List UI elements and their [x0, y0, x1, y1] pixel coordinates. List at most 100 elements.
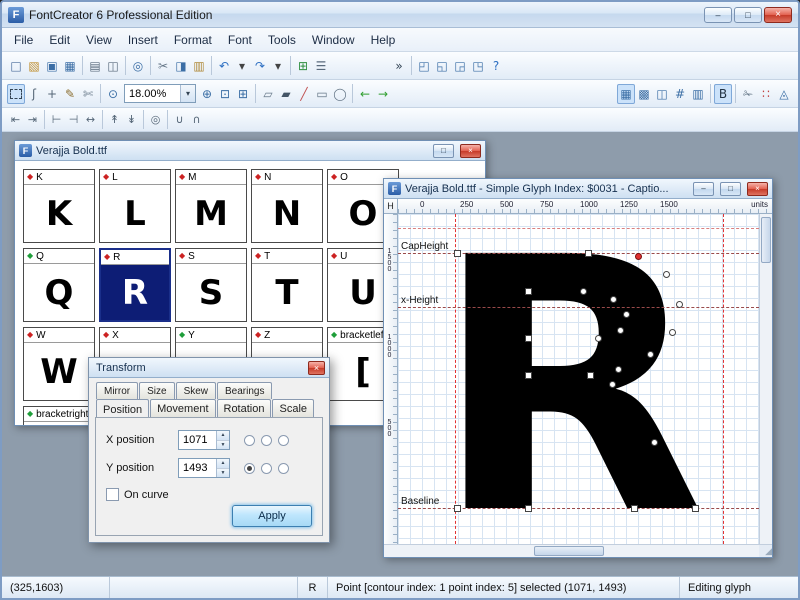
select-tool-button[interactable] [7, 84, 25, 104]
control-point[interactable] [669, 329, 676, 336]
control-point[interactable] [676, 301, 683, 308]
control-point[interactable] [587, 372, 594, 379]
glyph-cell[interactable]: ◆WW [23, 327, 95, 401]
tab-skew[interactable]: Skew [176, 382, 216, 399]
horizontal-scrollbar[interactable] [384, 544, 759, 557]
previous-glyph-button[interactable]: ← [356, 84, 374, 104]
center-glyph-button[interactable]: ◎ [147, 111, 164, 128]
control-point[interactable] [609, 381, 616, 388]
x-position-input[interactable]: 1071 ▲ ▼ [178, 430, 230, 450]
move-up-button[interactable]: ↟ [106, 111, 123, 128]
control-point[interactable] [595, 335, 602, 342]
freehand-select-tool-button[interactable]: ʃ [25, 84, 43, 104]
paste-button[interactable]: ▥ [190, 56, 208, 76]
control-point[interactable] [663, 271, 670, 278]
line-segment-tool-button[interactable]: ╱ [295, 84, 313, 104]
next-glyph-button[interactable]: → [374, 84, 392, 104]
pan-tool-button[interactable]: + [43, 84, 61, 104]
redo-menu-button[interactable]: ▾ [269, 56, 287, 76]
control-point[interactable] [610, 296, 617, 303]
anchor-radio[interactable] [244, 463, 255, 474]
tab-size[interactable]: Size [139, 382, 174, 399]
control-point[interactable] [525, 505, 532, 512]
editor-title-bar[interactable]: F Verajja Bold.ttf - Simple Glyph Index:… [384, 179, 772, 199]
new-font-button[interactable]: □ [7, 56, 25, 76]
menu-tools[interactable]: Tools [260, 30, 304, 50]
y-position-input[interactable]: 1493 ▲ ▼ [178, 458, 230, 478]
undo-menu-button[interactable]: ▾ [233, 56, 251, 76]
glyph-cell[interactable]: ◆TT [251, 248, 323, 322]
overview-maximize-button[interactable]: □ [433, 144, 454, 158]
left-sidebearing-guide[interactable] [455, 214, 456, 544]
glyph-cell[interactable]: ◆QQ [23, 248, 95, 322]
control-point[interactable] [631, 505, 638, 512]
control-point[interactable] [585, 250, 592, 257]
chevron-down-icon[interactable]: ▾ [180, 85, 195, 102]
zoom-glyph-button[interactable]: ⊞ [234, 84, 252, 104]
control-point[interactable] [647, 351, 654, 358]
draw-contour-tool-button[interactable]: ✎ [61, 84, 79, 104]
labels-toggle-button[interactable]: B [714, 84, 732, 104]
grid-options-button[interactable]: ▩ [635, 84, 653, 104]
union-contours-button[interactable]: ∪ [171, 111, 188, 128]
insert-glyphs-button[interactable]: ⊞ [294, 56, 312, 76]
editor-maximize-button[interactable]: □ [720, 182, 741, 196]
glyph-outline[interactable]: R [433, 214, 705, 544]
open-font-button[interactable]: ▧ [25, 56, 43, 76]
y-spin-up-icon[interactable]: ▲ [217, 459, 229, 469]
control-point[interactable] [623, 311, 630, 318]
glyph-cell[interactable]: ◆NN [251, 169, 323, 243]
glyph-cell[interactable]: ◆KK [23, 169, 95, 243]
undo-button[interactable]: ↶ [215, 56, 233, 76]
maximize-button[interactable]: □ [734, 7, 762, 23]
save-font-button[interactable]: ▣ [43, 56, 61, 76]
print-button[interactable]: ▤ [86, 56, 104, 76]
control-point[interactable] [454, 250, 461, 257]
cut-button[interactable]: ✂ [154, 56, 172, 76]
glyph-properties-button[interactable]: ☰ [312, 56, 330, 76]
tab-scale[interactable]: Scale [272, 399, 314, 417]
glyph-cell[interactable]: ◆bracketright] [23, 406, 95, 425]
horizontal-scrollbar-thumb[interactable] [534, 546, 604, 556]
copy-button[interactable]: ◨ [172, 56, 190, 76]
control-point[interactable] [525, 335, 532, 342]
anchor-radio[interactable] [261, 463, 272, 474]
menu-font[interactable]: Font [220, 30, 260, 50]
y-spin-down-icon[interactable]: ▼ [217, 469, 229, 478]
grid-toggle-button[interactable]: ▦ [617, 84, 635, 104]
close-button[interactable]: × [764, 7, 792, 23]
dialog-title-bar[interactable]: Transform × [89, 358, 329, 378]
print-preview-button[interactable]: ◫ [104, 56, 122, 76]
menu-help[interactable]: Help [363, 30, 404, 50]
menu-view[interactable]: View [78, 30, 120, 50]
x-position-value[interactable]: 1071 [179, 431, 216, 449]
anchor-radio[interactable] [278, 435, 289, 446]
anchor-radio[interactable] [244, 435, 255, 446]
zoom-tool-button[interactable]: ⊙ [104, 84, 122, 104]
control-point[interactable] [454, 505, 461, 512]
editor-close-button[interactable]: × [747, 182, 768, 196]
window-split-button[interactable]: ◲ [451, 56, 469, 76]
tab-position[interactable]: Position [96, 399, 149, 417]
tab-movement[interactable]: Movement [150, 399, 215, 417]
zoom-in-button[interactable]: ⊕ [198, 84, 216, 104]
control-point[interactable] [525, 288, 532, 295]
snap-to-grid-button[interactable]: # [671, 84, 689, 104]
control-point[interactable] [617, 327, 624, 334]
glyph-cell[interactable]: ◆SS [175, 248, 247, 322]
vertical-scrollbar[interactable] [759, 214, 772, 544]
control-point[interactable] [651, 439, 658, 446]
tab-bearings[interactable]: Bearings [217, 382, 272, 399]
anchor-radio[interactable] [261, 435, 272, 446]
vertical-scrollbar-thumb[interactable] [761, 217, 771, 263]
points-display-button[interactable]: ∷ [757, 84, 775, 104]
previous-glyph-small-button[interactable]: ⇤ [7, 111, 24, 128]
control-point[interactable] [692, 505, 699, 512]
editor-minimize-button[interactable]: – [693, 182, 714, 196]
resize-grip-icon[interactable]: ◢ [759, 544, 772, 557]
left-bearing-button[interactable]: ⊢ [48, 111, 65, 128]
rectangle-tool-button[interactable]: ▭ [313, 84, 331, 104]
overview-title-bar[interactable]: F Verajja Bold.ttf □ × [15, 141, 485, 161]
find-button[interactable]: ◎ [129, 56, 147, 76]
glyph-cell[interactable]: ◆RR [99, 248, 171, 322]
